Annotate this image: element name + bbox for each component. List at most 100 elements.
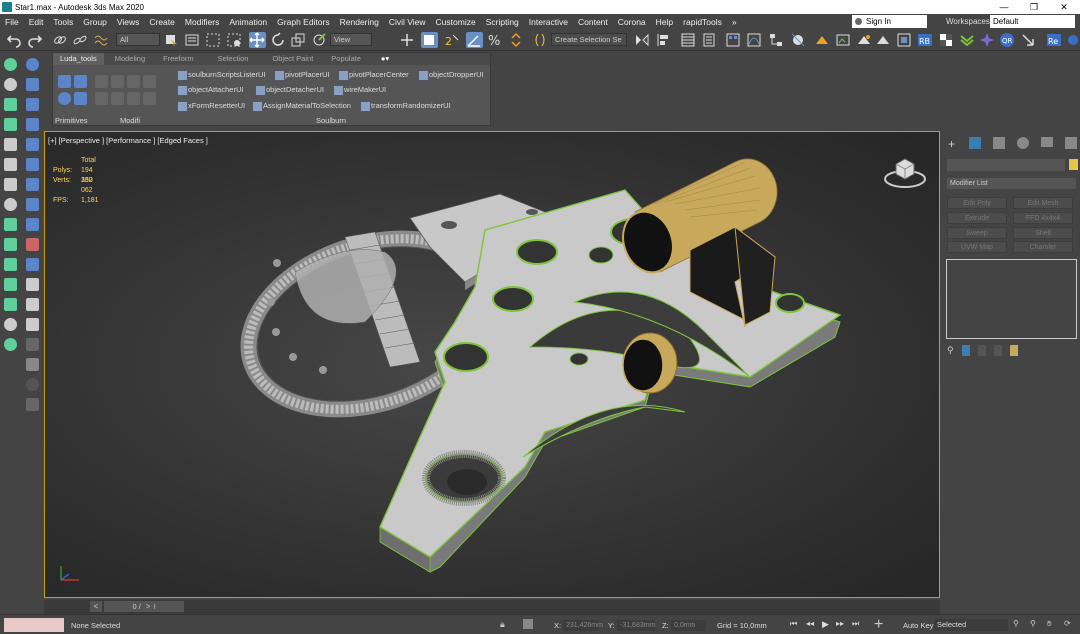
hierarchy-icon[interactable]: [4, 238, 17, 251]
extrude-button[interactable]: Extrude: [947, 212, 1007, 224]
tab-freeform[interactable]: Freeform: [156, 53, 200, 65]
tab-object-paint[interactable]: Object Paint: [265, 53, 320, 65]
modify-tab-icon[interactable]: [969, 137, 982, 149]
key-filter-dropdown[interactable]: Selected: [934, 619, 1008, 631]
chamfer-button[interactable]: Chamfer: [1013, 241, 1073, 253]
selection-filter-dropdown[interactable]: All: [116, 33, 160, 46]
object-color-swatch[interactable]: [1069, 159, 1078, 170]
menu-tools[interactable]: Tools: [48, 17, 78, 27]
lock-selection-icon[interactable]: 🔒︎: [500, 619, 505, 630]
utility-icon[interactable]: [4, 218, 17, 231]
go-to-start-icon[interactable]: ⏮: [790, 619, 797, 629]
viewcube[interactable]: [883, 152, 927, 192]
utilities-tab-icon[interactable]: [1065, 137, 1078, 149]
menu-overflow[interactable]: »: [727, 17, 742, 27]
zoom-icon[interactable]: ⚲: [1013, 619, 1019, 628]
next-key-icon[interactable]: ▸▸: [836, 619, 844, 628]
spinner-snap-icon[interactable]: [508, 32, 525, 48]
primitive-sphere-icon[interactable]: [58, 92, 71, 105]
z-coordinate-field[interactable]: 0,0mm: [671, 620, 706, 631]
extra-tool-icon[interactable]: [26, 338, 39, 351]
modifier-list-dropdown[interactable]: Modifier List: [947, 178, 1076, 189]
select-by-name-icon[interactable]: [184, 32, 201, 48]
create-teapot-icon[interactable]: [26, 218, 39, 231]
menu-animation[interactable]: Animation: [224, 17, 272, 27]
shell-button[interactable]: Shell: [1013, 227, 1073, 239]
close-button[interactable]: ✕: [1050, 0, 1078, 14]
primitive-box-icon[interactable]: [58, 75, 71, 88]
menu-customize[interactable]: Customize: [431, 17, 481, 27]
script-xformresetterui[interactable]: xFormResetterUI: [177, 101, 245, 112]
remove-modifier-icon[interactable]: [993, 344, 1002, 356]
render-iterative-icon[interactable]: [875, 32, 892, 48]
create-box-icon[interactable]: [26, 78, 39, 91]
menu-rapidtools[interactable]: rapidTools: [678, 17, 727, 27]
script-pivotplacerui[interactable]: pivotPlacerUI: [274, 70, 330, 81]
angle-snap-icon[interactable]: [466, 32, 483, 48]
modifier-tool-7-icon[interactable]: [127, 92, 140, 105]
pan-icon[interactable]: [4, 278, 17, 291]
modifier-tool-4-icon[interactable]: [143, 75, 156, 88]
modifier-tool-3-icon[interactable]: [127, 75, 140, 88]
bind-spacewarp-icon[interactable]: [93, 32, 110, 48]
auto-key-button[interactable]: Auto Key: [903, 621, 933, 630]
create-sphere-icon[interactable]: [26, 58, 39, 71]
motion-tab-icon[interactable]: [1017, 137, 1030, 149]
script-soulburnscriptslisterui[interactable]: soulburnScriptsListerUI: [177, 70, 266, 81]
modifier-tool-6-icon[interactable]: [111, 92, 124, 105]
modifier-stack[interactable]: [946, 259, 1077, 339]
create-geometry-icon[interactable]: [4, 58, 17, 71]
schematic-view-icon[interactable]: [768, 32, 785, 48]
uvw-map-button[interactable]: UVW Map: [947, 241, 1007, 253]
display-tab-icon[interactable]: [1041, 137, 1054, 147]
chevrons-script-icon[interactable]: [959, 32, 976, 48]
edit-poly-button[interactable]: Edit Poly: [947, 197, 1007, 209]
place-icon[interactable]: [311, 32, 328, 48]
modifier-tool-8-icon[interactable]: [143, 92, 156, 105]
layer-explorer-icon[interactable]: [701, 32, 718, 48]
script-assignmaterialtoselection[interactable]: AssignMaterialToSelection: [252, 101, 351, 112]
walkthrough-icon[interactable]: [26, 318, 39, 331]
arrow-script-icon[interactable]: [1020, 32, 1037, 48]
menu-scripting[interactable]: Scripting: [481, 17, 524, 27]
region-select-icon[interactable]: [205, 32, 222, 48]
menu-interactive[interactable]: Interactive: [524, 17, 573, 27]
play-icon[interactable]: ▶: [822, 619, 829, 630]
select-object-icon[interactable]: [163, 32, 180, 48]
absolute-transform-icon[interactable]: [523, 619, 533, 629]
tab-luda-tools[interactable]: Luda_tools: [53, 53, 104, 65]
zoom-all-icon[interactable]: ⚲: [1030, 619, 1036, 628]
render-production-icon[interactable]: [856, 32, 873, 48]
pan-view-icon[interactable]: ✋︎: [1047, 619, 1052, 629]
sphere-tool-icon[interactable]: [26, 378, 39, 391]
curve-editor-icon[interactable]: [746, 32, 763, 48]
menu-graph-editors[interactable]: Graph Editors: [272, 17, 334, 27]
named-selection-icon[interactable]: [532, 32, 549, 48]
ribbon-options-icon[interactable]: ●▾: [374, 53, 396, 65]
previous-key-icon[interactable]: ◂◂: [806, 619, 814, 628]
select-scale-icon[interactable]: [290, 32, 307, 48]
snap-pivot-icon[interactable]: [399, 32, 416, 48]
create-helper-icon[interactable]: [4, 138, 17, 151]
select-rotate-icon[interactable]: [270, 32, 287, 48]
perspective-viewport[interactable]: [+] [Perspective ] [Performance ] [Edged…: [44, 131, 940, 598]
window-crossing-icon[interactable]: [226, 32, 243, 48]
create-spacewarp-icon[interactable]: [4, 158, 17, 171]
create-torus-icon[interactable]: [26, 258, 39, 271]
menu-rendering[interactable]: Rendering: [335, 17, 384, 27]
sign-in-dropdown[interactable]: Sign In: [852, 15, 927, 28]
material-editor-icon[interactable]: [790, 32, 807, 48]
create-text-icon[interactable]: [26, 238, 39, 251]
create-cylinder-icon[interactable]: [26, 98, 39, 111]
minimize-button[interactable]: —: [990, 0, 1018, 14]
undo-icon[interactable]: [6, 32, 23, 48]
motion-icon[interactable]: [4, 258, 17, 271]
script-transformrandomizerui[interactable]: transformRandomizerUI: [360, 101, 451, 112]
menu-views[interactable]: Views: [112, 17, 145, 27]
menu-corona[interactable]: Corona: [613, 17, 651, 27]
hierarchy-tab-icon[interactable]: [993, 137, 1006, 149]
modifier-tool-2-icon[interactable]: [111, 75, 124, 88]
create-spline-icon[interactable]: [4, 98, 17, 111]
create-systems-icon[interactable]: [4, 178, 17, 191]
x-coordinate-field[interactable]: 231,426mm: [563, 620, 603, 631]
